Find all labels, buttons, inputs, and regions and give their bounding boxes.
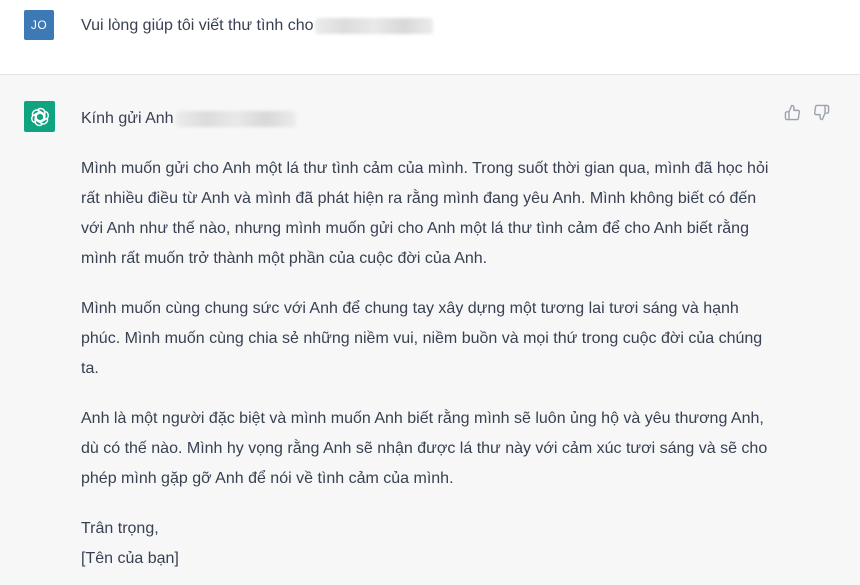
letter-paragraph: Mình muốn cùng chung sức với Anh để chun… [81,300,763,377]
greeting-text: Kính gửi Anh [81,110,174,127]
letter-paragraph: Anh là một người đặc biệt và mình muốn A… [81,410,768,487]
letter-signoff: Trân trọng, [Tên của bạn] [81,514,781,574]
assistant-avatar [24,101,55,132]
letter-paragraph: Mình muốn gửi cho Anh một lá thư tình cả… [81,160,769,267]
letter-greeting: Kính gửi Anh [81,104,781,134]
user-message-row: JO Vui lòng giúp tôi viết thư tình cho [0,0,860,75]
user-avatar: JO [24,10,54,40]
thumbs-down-button[interactable] [811,102,831,122]
assistant-message-row: Kính gửi Anh Mình muốn gửi cho Anh một l… [0,75,860,585]
user-message: Vui lòng giúp tôi viết thư tình cho [81,14,434,38]
thumbs-up-icon [784,104,800,120]
redacted-name-blur [175,110,296,127]
redacted-name-blur [315,17,434,34]
letter-signature: [Tên của bạn] [81,550,179,567]
user-message-text: Vui lòng giúp tôi viết thư tình cho [81,17,314,34]
assistant-message: Kính gửi Anh Mình muốn gửi cho Anh một l… [81,104,781,574]
thumbs-down-icon [813,104,829,120]
openai-logo-icon [30,107,49,126]
thumbs-up-button[interactable] [782,102,802,122]
letter-closing: Trân trọng, [81,520,159,537]
